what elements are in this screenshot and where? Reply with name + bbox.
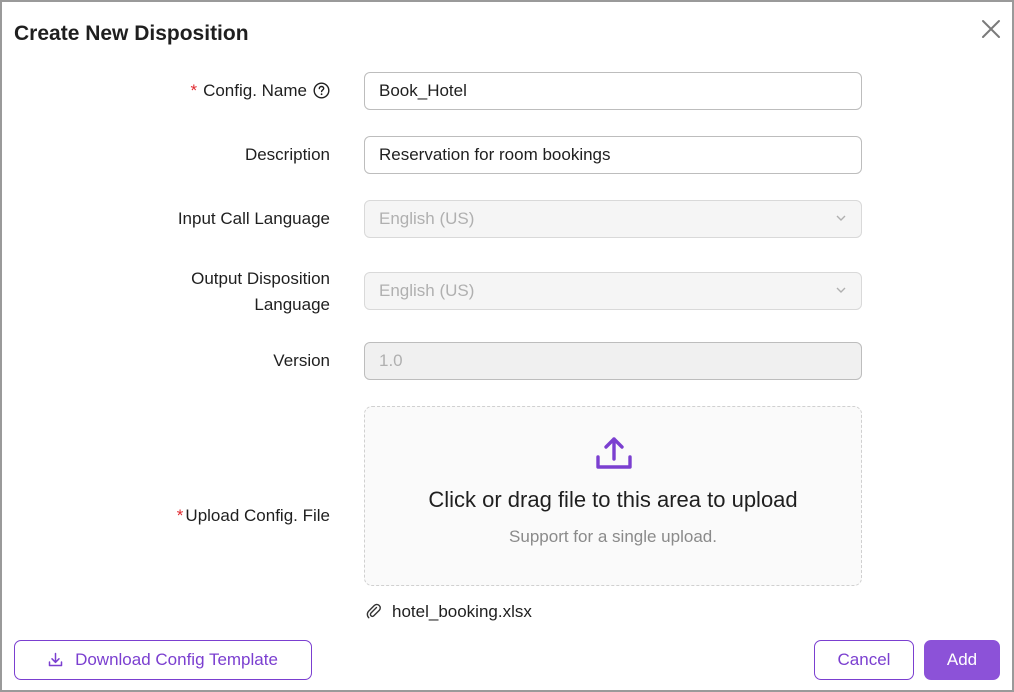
cancel-button[interactable]: Cancel [814, 640, 914, 680]
input-language-label: Input Call Language [177, 209, 330, 228]
description-input[interactable]: Reservation for room bookings [364, 136, 862, 174]
uploaded-file-name: hotel_booking.xlsx [392, 602, 532, 621]
add-button[interactable]: Add [924, 640, 1000, 680]
create-disposition-dialog: Create New Disposition * Config. Name Boo… [0, 0, 1014, 692]
output-language-label-line1: Output Disposition [191, 269, 330, 288]
upload-dropzone[interactable]: Click or drag file to this area to uploa… [364, 406, 862, 586]
upload-icon [596, 437, 632, 469]
upload-main-text: Click or drag file to this area to uploa… [428, 487, 798, 512]
output-language-label: Output Disposition Language [191, 266, 330, 318]
upload-hint-text: Support for a single upload. [509, 527, 717, 546]
question-circle-icon[interactable] [313, 82, 330, 99]
required-mark: * [190, 81, 198, 100]
version-label: Version [273, 351, 330, 370]
input-language-value: English (US) [379, 209, 475, 228]
version-input[interactable]: 1.0 [364, 342, 862, 380]
config-name-label: * Config. Name [190, 78, 330, 104]
uploaded-file-item[interactable]: hotel_booking.xlsx [366, 600, 532, 624]
output-language-label-line2: Language [254, 295, 330, 314]
upload-label: * Upload Config. File [177, 503, 330, 529]
upload-label-text: Upload Config. File [185, 506, 330, 525]
output-language-value: English (US) [379, 281, 475, 300]
download-icon [48, 652, 63, 667]
output-language-select[interactable]: English (US) [364, 272, 862, 310]
description-label: Description [244, 145, 330, 164]
paperclip-icon [366, 603, 381, 619]
chevron-down-icon [836, 287, 846, 293]
config-name-input[interactable]: Book_Hotel [364, 72, 862, 110]
input-language-select[interactable]: English (US) [364, 200, 862, 238]
config-name-label-text: Config. Name [203, 81, 307, 100]
download-template-button[interactable]: Download Config Template [14, 640, 312, 680]
download-template-label: Download Config Template [75, 650, 278, 669]
chevron-down-icon [836, 215, 846, 221]
close-icon[interactable] [980, 18, 1002, 40]
required-mark: * [176, 506, 184, 525]
dialog-title: Create New Disposition [14, 22, 249, 45]
